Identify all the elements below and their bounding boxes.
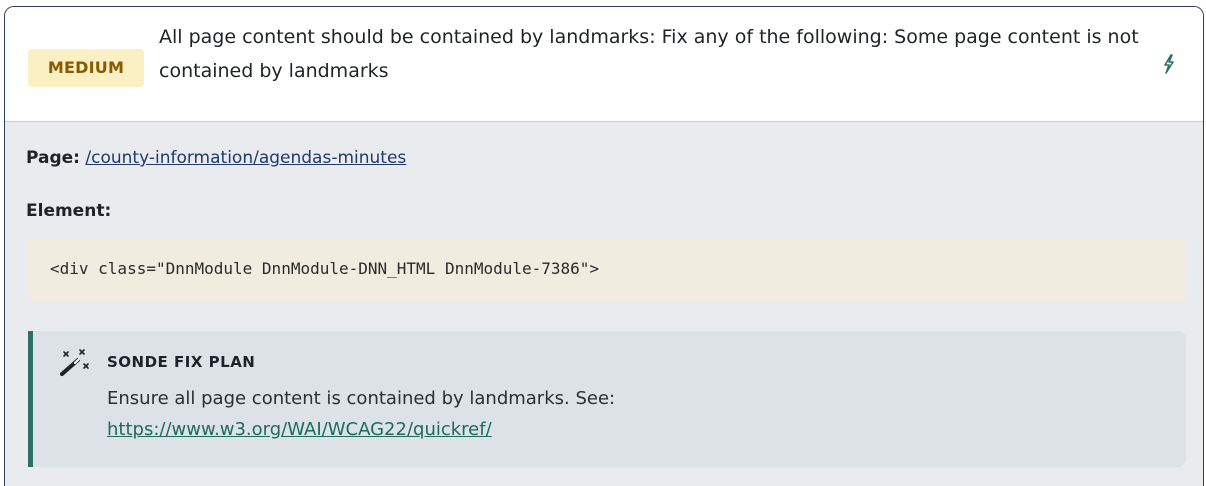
page-row: Page: /county-information/agendas-minute…: [26, 148, 406, 168]
element-label: Element:: [26, 201, 112, 221]
page-label: Page:: [26, 148, 80, 168]
element-code-block: <div class="DnnModule DnnModule-DNN_HTML…: [28, 239, 1186, 301]
bolt-icon[interactable]: [1160, 53, 1178, 75]
page-url-link[interactable]: /county-information/agendas-minutes: [85, 148, 406, 168]
issue-card: MEDIUM All page content should be contai…: [4, 6, 1204, 486]
element-code: <div class="DnnModule DnnModule-DNN_HTML…: [50, 259, 600, 278]
fix-plan-panel: SONDE FIX PLAN Ensure all page content i…: [28, 331, 1186, 467]
fix-plan-text: Ensure all page content is contained by …: [107, 383, 1107, 445]
severity-badge: MEDIUM: [28, 49, 144, 87]
magic-wand-icon: [60, 349, 89, 376]
fix-plan-link[interactable]: https://www.w3.org/WAI/WCAG22/quickref/: [107, 419, 492, 440]
fix-plan-heading: SONDE FIX PLAN: [107, 353, 256, 371]
issue-header[interactable]: MEDIUM All page content should be contai…: [5, 7, 1203, 122]
issue-title: All page content should be contained by …: [159, 26, 1139, 82]
fix-plan-description: Ensure all page content is contained by …: [107, 388, 616, 409]
